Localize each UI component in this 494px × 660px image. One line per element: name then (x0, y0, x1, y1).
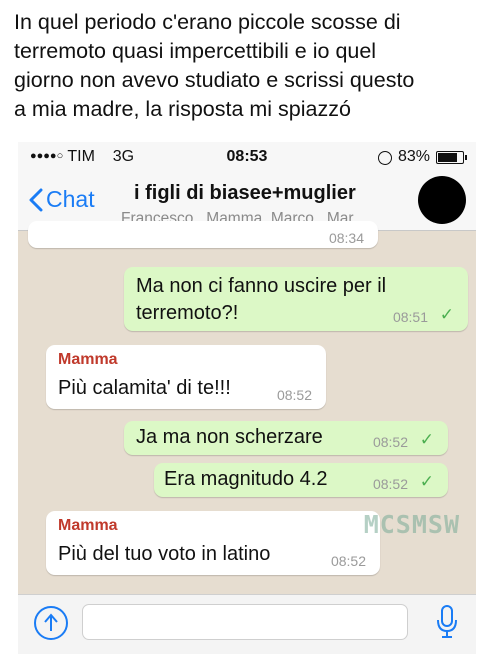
caption-line: terremoto quasi impercettibili e io quel (14, 39, 377, 63)
message-input-bar (18, 594, 476, 654)
message-bubble: Ja ma non scherzare 08:52 ✓ (124, 421, 448, 455)
status-bar: ●●●●○ TIM 3G 08:53 83% (18, 142, 476, 172)
phone-screenshot: ●●●●○ TIM 3G 08:53 83% Chat i figli di b… (18, 142, 476, 654)
group-title[interactable]: i figli di biasee+muglier (134, 182, 356, 205)
caption-line: a mia madre, la risposta mi spiazzó (14, 97, 351, 121)
message-text: Ja ma non scherzare (136, 426, 323, 448)
watermark: MCSMSW (363, 510, 460, 539)
message-text: Più calamita' di te!!! (58, 377, 231, 399)
share-arrow-icon (44, 613, 58, 631)
battery-percent: 83% (397, 148, 430, 165)
message-bubble: 08:34 (28, 221, 378, 248)
message-text: Ma non ci fanno uscire per il terremoto?… (136, 275, 387, 324)
group-avatar[interactable] (418, 176, 466, 224)
sender-name: Mamma (58, 351, 118, 368)
sender-name: Mamma (58, 517, 118, 534)
message-text: Era magnitudo 4.2 (164, 468, 328, 490)
check-icon: ✓ (419, 472, 434, 491)
lock-rotation-icon (377, 151, 392, 165)
caption-line: In quel periodo c'erano piccole scosse d… (14, 10, 401, 34)
caption-line: giorno non avevo studiato e scrissi ques… (14, 68, 415, 92)
message-time: 08:34 (328, 230, 364, 246)
message-list: 08:34 Ma non ci fanno uscire per il terr… (18, 221, 476, 594)
back-chevron-icon (29, 188, 43, 211)
message-time: 08:52 (372, 476, 408, 492)
message-time: 08:52 (276, 387, 312, 403)
message-time: 08:52 (372, 434, 408, 450)
message-time: 08:51 (392, 309, 428, 325)
message-bubble: Era magnitudo 4.2 08:52 ✓ (154, 463, 448, 497)
check-icon: ✓ (439, 305, 454, 324)
message-text: Più del tuo voto in latino (58, 543, 271, 565)
message-bubble: Mamma Più del tuo voto in latino 08:52 (46, 511, 380, 575)
share-button[interactable] (34, 606, 68, 640)
post-caption: In quel periodo c'erano piccole scosse d… (14, 8, 484, 124)
check-icon: ✓ (419, 430, 434, 449)
back-button[interactable]: Chat (28, 186, 95, 213)
battery-icon (436, 150, 467, 164)
message-time: 08:52 (330, 553, 366, 569)
microphone-icon[interactable] (436, 605, 458, 639)
battery-info: 83% (377, 148, 467, 166)
message-bubble: Mamma Più calamita' di te!!! 08:52 (46, 345, 326, 409)
back-label: Chat (46, 186, 95, 212)
message-bubble: Ma non ci fanno uscire per il terremoto?… (124, 267, 468, 331)
message-input[interactable] (82, 604, 408, 640)
